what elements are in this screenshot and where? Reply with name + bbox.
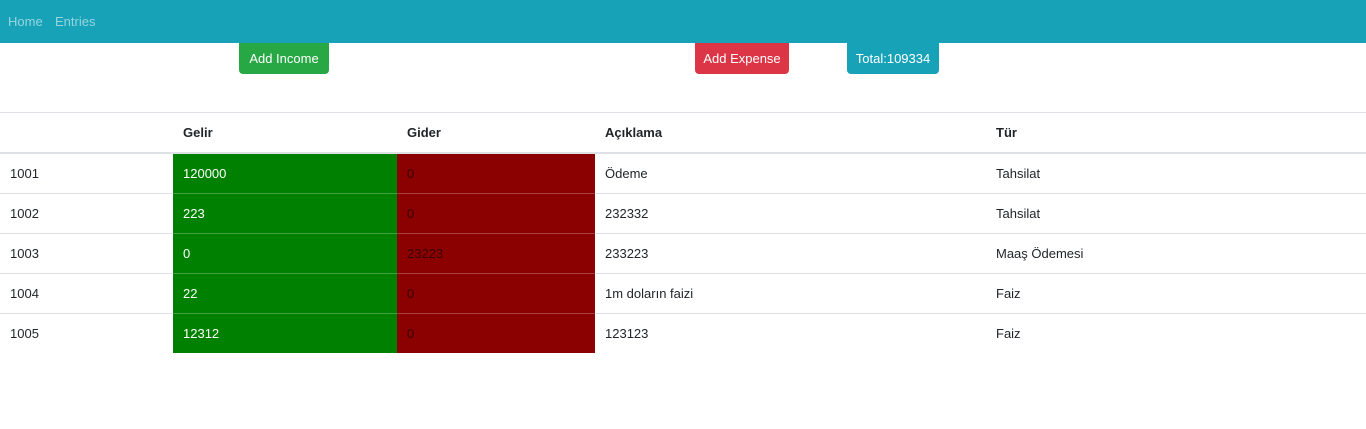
cell-id: 1003 bbox=[0, 233, 173, 274]
cell-gelir: 12312 bbox=[173, 313, 397, 353]
cell-aciklama: 232332 bbox=[595, 193, 986, 234]
cell-tur: Maaş Ödemesi bbox=[986, 233, 1366, 274]
cell-id: 1004 bbox=[0, 273, 173, 314]
total-badge-button[interactable]: Total:109334 bbox=[847, 43, 939, 74]
table-row: 1005 12312 0 123123 Faiz bbox=[0, 313, 1366, 353]
column-header-gelir: Gelir bbox=[173, 112, 397, 154]
cell-aciklama: 1m doların faizi bbox=[595, 273, 986, 314]
cell-id: 1001 bbox=[10, 166, 39, 181]
cell-gider: 23223 bbox=[397, 233, 595, 274]
cell-tur: Tahsilat bbox=[996, 166, 1041, 181]
entries-table: Gelir Gider Açıklama Tür 1001 120000 0 Ö… bbox=[0, 112, 1366, 353]
cell-gelir: 0 bbox=[173, 233, 397, 274]
header-row: Gelir Gider Açıklama Tür bbox=[0, 112, 1366, 154]
cell-aciklama: Ödeme bbox=[605, 166, 648, 181]
table-row: 1003 0 23223 233223 Maaş Ödemesi bbox=[0, 233, 1366, 274]
cell-gelir: 223 bbox=[173, 193, 397, 234]
cell-tur: Faiz bbox=[986, 313, 1366, 353]
table-row: 1002 223 0 232332 Tahsilat bbox=[0, 193, 1366, 234]
column-header-tur: Tür bbox=[986, 112, 1366, 154]
add-income-button[interactable]: Add Income bbox=[239, 43, 329, 74]
column-header-id bbox=[0, 112, 173, 154]
cell-aciklama: 233223 bbox=[595, 233, 986, 274]
top-navbar: Home Entries bbox=[0, 0, 1366, 43]
cell-aciklama: 123123 bbox=[595, 313, 986, 353]
cell-gider: 0 bbox=[397, 193, 595, 234]
column-header-gider: Gider bbox=[397, 112, 595, 154]
table-header: Gelir Gider Açıklama Tür bbox=[0, 112, 1366, 154]
cell-tur: Tahsilat bbox=[986, 193, 1366, 234]
table-row: 1004 22 0 1m doların faizi Faiz bbox=[0, 273, 1366, 314]
column-header-aciklama: Açıklama bbox=[595, 112, 986, 154]
add-expense-button[interactable]: Add Expense bbox=[695, 43, 789, 74]
cell-gider: 0 bbox=[397, 313, 595, 353]
cell-gider: 0 bbox=[397, 273, 595, 314]
cell-id: 1002 bbox=[0, 193, 173, 234]
cell-id: 1005 bbox=[0, 313, 173, 353]
cell-tur: Faiz bbox=[986, 273, 1366, 314]
nav-link-home[interactable]: Home bbox=[8, 14, 43, 29]
nav-link-entries[interactable]: Entries bbox=[55, 14, 95, 29]
table-body: 1001 120000 0 Ödeme Tahsilat 1002 223 0 … bbox=[0, 153, 1366, 353]
cell-gider: 0 bbox=[397, 153, 595, 194]
cell-gelir: 22 bbox=[173, 273, 397, 314]
cell-gelir: 120000 bbox=[173, 153, 397, 194]
table-row: 1001 120000 0 Ödeme Tahsilat bbox=[0, 153, 1366, 194]
